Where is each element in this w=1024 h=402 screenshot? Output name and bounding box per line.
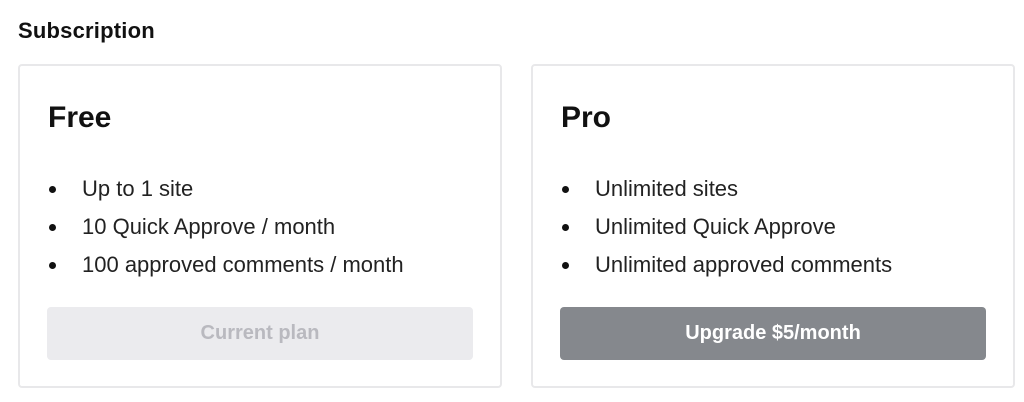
subscription-page: Subscription Free Up to 1 site 10 Quick …: [0, 0, 1024, 402]
upgrade-button[interactable]: Upgrade $5/month: [560, 307, 986, 360]
feature-item: 10 Quick Approve / month: [48, 208, 404, 246]
feature-label: Unlimited Quick Approve: [595, 214, 836, 239]
subscription-title: Subscription: [18, 18, 155, 43]
plan-list: Free Up to 1 site 10 Quick Approve / mon…: [18, 64, 1016, 388]
free-plan-features: Up to 1 site 10 Quick Approve / month 10…: [48, 170, 404, 284]
free-plan-card: Free Up to 1 site 10 Quick Approve / mon…: [18, 64, 502, 388]
bullet-icon: [562, 262, 569, 269]
feature-label: Unlimited approved comments: [595, 252, 893, 277]
pro-plan-card: Pro Unlimited sites Unlimited Quick Appr…: [531, 64, 1015, 388]
bullet-icon: [49, 186, 56, 193]
feature-item: 100 approved comments / month: [48, 246, 404, 284]
feature-label: 100 approved comments / month: [82, 252, 404, 277]
feature-item: Unlimited approved comments: [561, 246, 892, 284]
feature-label: 10 Quick Approve / month: [82, 214, 336, 239]
feature-label: Unlimited sites: [595, 176, 739, 201]
feature-item: Unlimited sites: [561, 170, 892, 208]
feature-label: Up to 1 site: [82, 176, 194, 201]
feature-item: Unlimited Quick Approve: [561, 208, 892, 246]
bullet-icon: [49, 262, 56, 269]
bullet-icon: [562, 224, 569, 231]
feature-item: Up to 1 site: [48, 170, 404, 208]
free-plan-name: Free: [48, 101, 112, 134]
pro-plan-name: Pro: [561, 101, 612, 134]
current-plan-button: Current plan: [47, 307, 473, 360]
bullet-icon: [562, 186, 569, 193]
pro-plan-features: Unlimited sites Unlimited Quick Approve …: [561, 170, 892, 284]
bullet-icon: [49, 224, 56, 231]
